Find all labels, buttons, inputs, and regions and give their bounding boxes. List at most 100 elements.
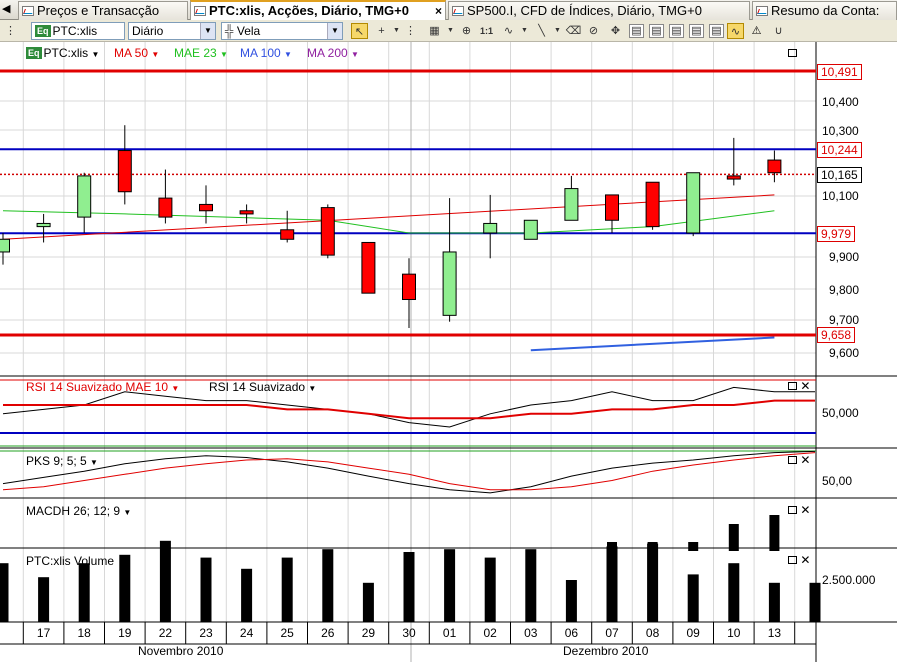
chevron-down-icon[interactable]: ▼ xyxy=(442,23,459,39)
volume-bar xyxy=(200,557,212,622)
chart-tab-icon xyxy=(22,6,34,16)
candle-body xyxy=(77,175,92,218)
chart-canvas[interactable] xyxy=(0,42,897,667)
close-tab-icon[interactable]: × xyxy=(435,2,442,20)
chart-type-value: Vela xyxy=(236,24,261,38)
candle-body xyxy=(645,181,660,228)
zoom-1to1-icon[interactable]: 1:1 xyxy=(478,23,495,39)
tab-ptc-chart[interactable]: PTC:xlis, Acções, Diário, TMG+0 × xyxy=(190,0,446,21)
chevron-down-icon[interactable]: ▼ xyxy=(327,23,342,39)
layout-5-icon[interactable]: ▤ xyxy=(709,24,724,38)
date-label: 10 xyxy=(727,626,741,640)
volume-bar xyxy=(606,546,618,622)
legend-label: MA 200 xyxy=(307,46,348,60)
layout-2-icon[interactable]: ▤ xyxy=(649,24,664,38)
tab-scroll-left-icon[interactable]: ◀ xyxy=(2,2,10,15)
maximize-panel-icon[interactable] xyxy=(788,456,797,464)
date-label: 01 xyxy=(442,626,457,640)
volume-bar xyxy=(241,568,253,622)
vertical-line-tool-icon[interactable]: ⋮ xyxy=(402,23,419,39)
date-label: 02 xyxy=(483,626,497,640)
layout-3-icon[interactable]: ▤ xyxy=(669,24,684,38)
layout-1-icon[interactable]: ▤ xyxy=(629,24,644,38)
volume-bar xyxy=(647,543,659,622)
account-tab-icon xyxy=(756,6,768,16)
legend-symbol-label: PTC:xlis xyxy=(43,46,89,60)
legend-mae23[interactable]: MAE 23 ▼ xyxy=(174,46,228,60)
zoom-in-icon[interactable]: ⊕ xyxy=(458,23,475,39)
rsi-tick: 50,000 xyxy=(822,406,859,420)
volume-bar xyxy=(728,563,740,622)
candle-body xyxy=(280,229,295,240)
maximize-panel-icon[interactable] xyxy=(788,382,797,390)
legend-symbol[interactable]: Eq PTC:xlis ▼ xyxy=(26,46,99,60)
date-label: 24 xyxy=(239,626,254,640)
link-tool-icon[interactable]: ⊘ xyxy=(585,23,602,39)
period-select[interactable]: Diário ▼ xyxy=(128,22,216,40)
magnet-icon[interactable]: ∪ xyxy=(770,23,787,39)
chart-toolbar: ⋮ Eq PTC:xlis Diário ▼ ╬ Vela ▼ ↖ + ▼ ⋮ ▦… xyxy=(0,20,897,42)
symbol-input[interactable]: Eq PTC:xlis xyxy=(31,22,125,40)
candle-body xyxy=(36,222,51,228)
alert-icon[interactable]: ⚠ xyxy=(748,23,765,39)
level-tag-top-red: 10,491 xyxy=(817,64,862,80)
tab-precos[interactable]: Preços e Transacção xyxy=(18,1,188,20)
legend-ma50[interactable]: MA 50 ▼ xyxy=(114,46,159,60)
chevron-down-icon[interactable]: ▼ xyxy=(516,23,533,39)
date-label: 07 xyxy=(605,626,619,640)
indicator-tool-icon[interactable]: ∿ xyxy=(500,23,517,39)
candle-type-icon: ╬ xyxy=(225,24,234,38)
pointer-tool-icon[interactable]: ↖ xyxy=(351,23,368,39)
candle-body xyxy=(442,251,457,316)
candle-body xyxy=(199,203,213,212)
level-tag-low-red: 9,658 xyxy=(817,327,856,343)
legend-rsi[interactable]: RSI 14 Suavizado ▼ xyxy=(209,380,316,394)
close-icon[interactable]: ✕ xyxy=(800,503,810,517)
chart-type-select[interactable]: ╬ Vela ▼ xyxy=(221,22,343,40)
candle-body xyxy=(767,159,782,174)
volume-bar xyxy=(0,563,9,622)
tab-resumo-conta[interactable]: Resumo da Conta: xyxy=(752,1,897,20)
macdh-bar xyxy=(688,542,699,551)
tab-label: SP500.I, CFD de Índices, Diário, TMG+0 xyxy=(467,3,702,18)
maximize-panel-icon[interactable] xyxy=(788,506,797,514)
chevron-down-icon[interactable]: ▼ xyxy=(549,23,566,39)
legend-label: PKS 9; 5; 5 xyxy=(26,454,87,468)
maximize-panel-icon[interactable] xyxy=(788,48,797,58)
volume-bar xyxy=(281,557,293,622)
move-tool-icon[interactable]: ✥ xyxy=(607,23,624,39)
legend-rsi-mae[interactable]: RSI 14 Suavizado MAE 10 ▼ xyxy=(26,380,179,394)
legend-volume[interactable]: PTC:xlis Volume xyxy=(26,554,114,568)
volume-bar xyxy=(362,582,374,622)
trendline-tool-icon[interactable]: ╲ xyxy=(533,23,550,39)
maximize-panel-icon[interactable] xyxy=(788,556,797,564)
legend-ma200[interactable]: MA 200 ▼ xyxy=(307,46,359,60)
panel-controls: ✕ xyxy=(788,379,810,393)
legend-pks[interactable]: PKS 9; 5; 5 ▼ xyxy=(26,454,98,468)
macdh-bar xyxy=(769,515,780,551)
candle-body xyxy=(158,197,173,218)
chart-tab-icon xyxy=(194,6,206,16)
chart-area[interactable]: Eq PTC:xlis ▼ MA 50 ▼ MAE 23 ▼ MA 100 ▼ M… xyxy=(0,42,897,667)
layout-4-icon[interactable]: ▤ xyxy=(689,24,704,38)
panel-controls: ✕ xyxy=(788,453,810,467)
close-icon[interactable]: ✕ xyxy=(800,453,810,467)
candle-body xyxy=(0,238,10,253)
volume-bar xyxy=(403,552,415,622)
legend-label: MAE 23 xyxy=(174,46,217,60)
price-tick: 10,100 xyxy=(822,189,859,203)
date-label: 06 xyxy=(564,626,579,640)
legend-macdh[interactable]: MACDH 26; 12; 9 ▼ xyxy=(26,504,131,518)
symbol-value: PTC:xlis xyxy=(52,24,98,38)
date-label: 19 xyxy=(118,626,132,640)
close-icon[interactable]: ✕ xyxy=(800,553,810,567)
close-icon[interactable]: ✕ xyxy=(800,379,810,393)
grid-tool-icon[interactable]: ▦ xyxy=(426,23,443,39)
wave-indicator-icon[interactable]: ∿ xyxy=(727,23,744,39)
level-tag-top-blue: 10,244 xyxy=(817,142,862,158)
eraser-tool-icon[interactable]: ⌫ xyxy=(565,23,582,39)
legend-ma100[interactable]: MA 100 ▼ xyxy=(240,46,292,60)
tab-sp500-chart[interactable]: SP500.I, CFD de Índices, Diário, TMG+0 xyxy=(448,1,750,20)
date-label: 17 xyxy=(36,626,51,640)
chevron-down-icon[interactable]: ▼ xyxy=(200,23,215,39)
